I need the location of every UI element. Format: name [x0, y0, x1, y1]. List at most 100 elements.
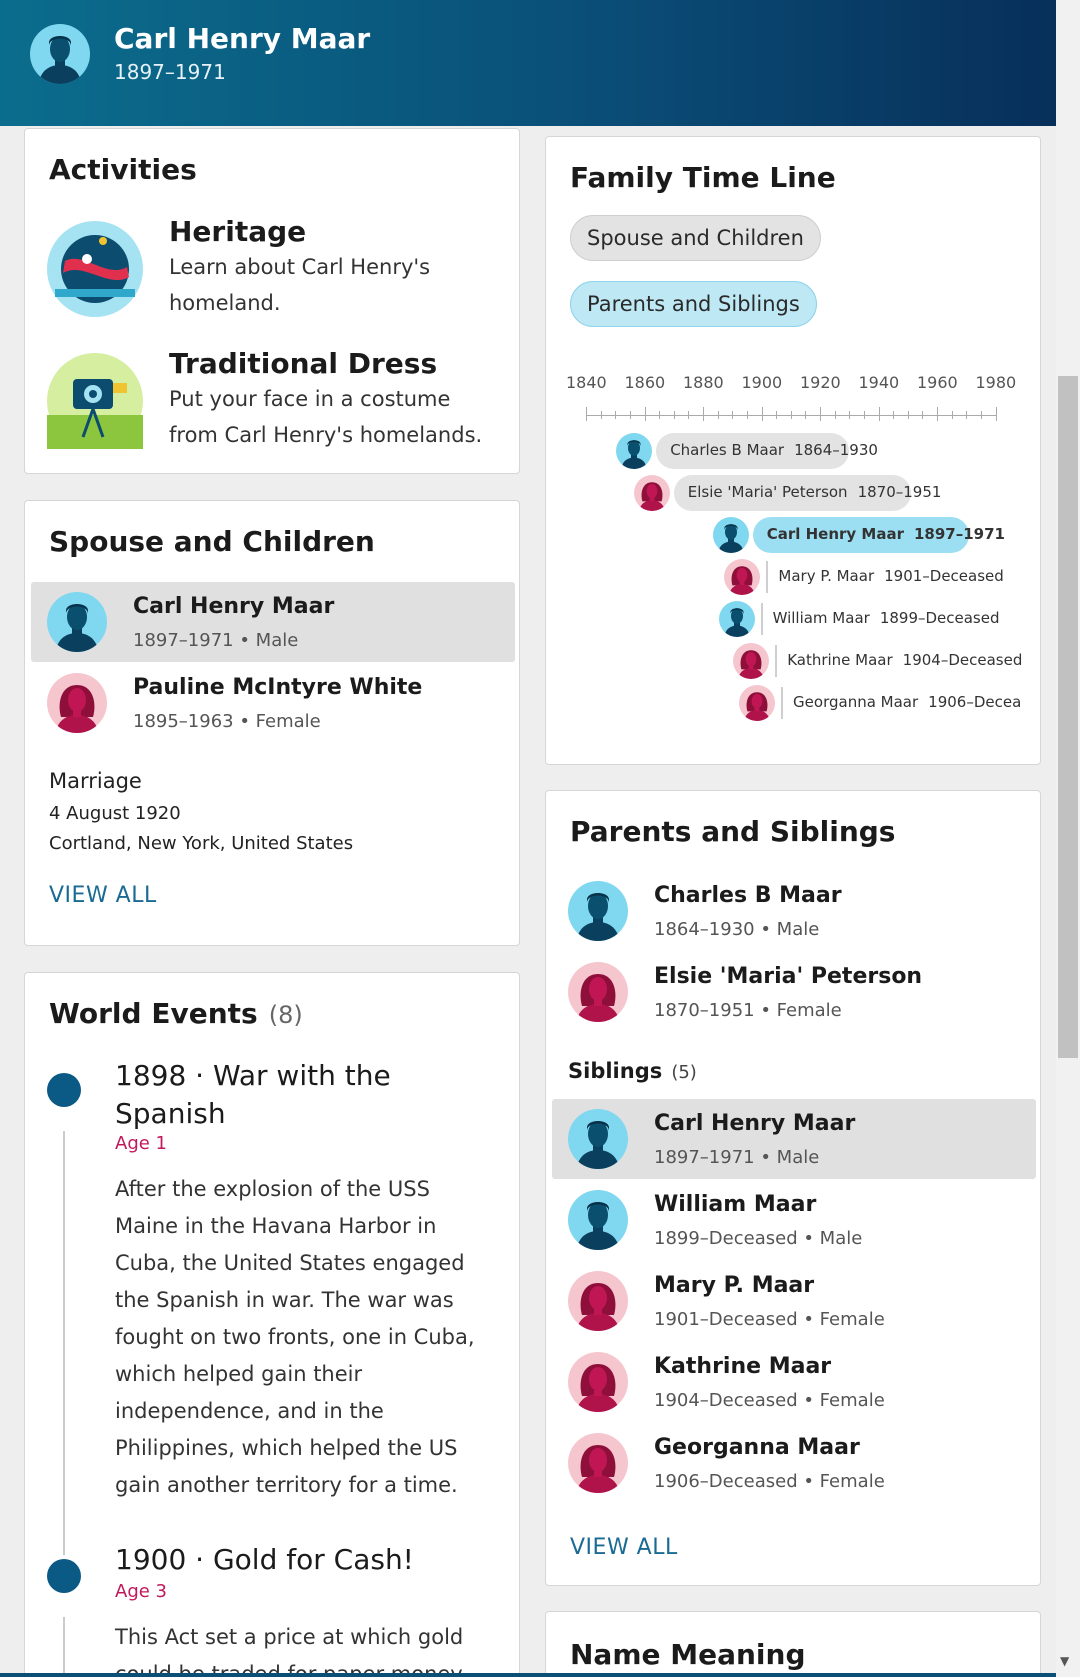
male-avatar-icon — [616, 433, 652, 469]
timeline-tick — [893, 411, 895, 419]
timeline-entry-label[interactable]: Charles B Maar 1864–1930 — [670, 441, 878, 459]
timeline-tick — [790, 411, 792, 419]
timeline-entry-name: Georganna Maar — [793, 693, 919, 711]
person-info: 1870–1951 • Female — [654, 1000, 842, 1021]
timeline-living-marker — [766, 561, 769, 593]
event-age: Age 3 — [115, 1581, 167, 1602]
sibling-row-william[interactable]: William Maar 1899–Deceased • Male — [552, 1180, 1036, 1260]
timeline-tick — [746, 411, 748, 419]
person-name[interactable]: Pauline McIntyre White — [133, 675, 422, 700]
timeline-tick — [615, 411, 617, 419]
profile-header: Carl Henry Maar 1897–1971 — [0, 0, 1056, 126]
person-name[interactable]: Carl Henry Maar — [654, 1111, 855, 1136]
activity-dress-title[interactable]: Traditional Dress — [169, 347, 437, 380]
name-meaning-title: Name Meaning — [570, 1638, 806, 1671]
timeline-tick — [776, 411, 778, 419]
timeline-tick — [951, 411, 953, 419]
timeline-year-label: 1860 — [624, 373, 666, 392]
profile-avatar — [30, 24, 90, 84]
person-info: 1895–1963 • Female — [133, 711, 321, 732]
person-info: 1864–1930 • Male — [654, 919, 820, 940]
timeline-year-label: 1840 — [566, 373, 607, 392]
timeline-entry-label[interactable]: Georganna Maar 1906–Decea — [793, 693, 1021, 711]
world-events-count: (8) — [268, 1001, 303, 1029]
event-dot — [47, 1559, 81, 1593]
person-name[interactable]: Carl Henry Maar — [133, 594, 334, 619]
person-name[interactable]: William Maar — [654, 1192, 816, 1217]
spouse-children-card: Spouse and Children Carl Henry Maar 1897… — [24, 500, 520, 946]
timeline-tick — [863, 411, 865, 419]
person-name[interactable]: Mary P. Maar — [654, 1273, 814, 1298]
person-name[interactable]: Kathrine Maar — [654, 1354, 831, 1379]
person-info: 1904–Deceased • Female — [654, 1390, 885, 1411]
scroll-down-arrow-icon[interactable]: ▼ — [1060, 1654, 1069, 1668]
timeline-tick — [644, 407, 646, 421]
activity-heritage-title[interactable]: Heritage — [169, 215, 306, 248]
female-avatar-icon — [739, 685, 775, 721]
person-info: 1899–Deceased • Male — [654, 1228, 863, 1249]
timeline-tick — [805, 411, 807, 419]
timeline-entry-name: Elsie 'Maria' Peterson — [687, 483, 848, 501]
marriage-place: Cortland, New York, United States — [49, 833, 354, 854]
timeline-entry-label[interactable]: Elsie 'Maria' Peterson 1870–1951 — [688, 483, 942, 501]
marriage-label: Marriage — [49, 769, 142, 793]
timeline-entry-label[interactable]: Carl Henry Maar 1897–1971 — [767, 525, 1005, 543]
female-avatar-icon — [568, 1433, 628, 1493]
timeline-entry-dates: 1864–1930 — [794, 441, 878, 459]
timeline-living-marker — [760, 603, 763, 635]
scrollbar-thumb[interactable] — [1058, 376, 1078, 1058]
timeline-entry-label[interactable]: William Maar 1899–Deceased — [773, 609, 1000, 627]
timeline-living-marker — [781, 687, 784, 719]
family-timeline-card: Family Time Line Spouse and Children Par… — [545, 136, 1041, 765]
timeline-tick — [717, 411, 719, 419]
parents-view-all-link[interactable]: VIEW ALL — [570, 1535, 678, 1560]
sibling-row-georganna[interactable]: Georganna Maar 1906–Deceased • Female — [552, 1423, 1036, 1503]
person-row-charles[interactable]: Charles B Maar 1864–1930 • Male — [552, 871, 1036, 951]
person-name[interactable]: Georganna Maar — [654, 1435, 860, 1460]
parents-siblings-toggle[interactable]: Parents and Siblings — [570, 281, 817, 327]
camera-illustration-icon[interactable] — [47, 353, 143, 449]
person-name[interactable]: Charles B Maar — [654, 883, 842, 908]
timeline-tick — [995, 407, 997, 421]
timeline-entry-label[interactable]: Mary P. Maar 1901–Deceased — [778, 567, 1003, 585]
female-avatar-icon — [47, 673, 107, 733]
sibling-row-carl-henry[interactable]: Carl Henry Maar 1897–1971 • Male — [552, 1099, 1036, 1179]
female-avatar-icon — [733, 643, 769, 679]
siblings-count: (5) — [671, 1062, 697, 1083]
timeline-year-label: 1940 — [858, 373, 900, 392]
timeline-tick — [629, 411, 631, 419]
spouse-children-toggle[interactable]: Spouse and Children — [570, 215, 821, 261]
spouse-children-title: Spouse and Children — [49, 525, 375, 558]
timeline-tick — [600, 411, 602, 419]
activity-dress-desc: Put your face in a costume from Carl Hen… — [169, 387, 483, 447]
spouse-view-all-link[interactable]: VIEW ALL — [49, 883, 157, 908]
profile-dates: 1897–1971 — [114, 60, 226, 84]
sibling-row-kathrine[interactable]: Kathrine Maar 1904–Deceased • Female — [552, 1342, 1036, 1422]
timeline-entry-name: Kathrine Maar — [787, 651, 893, 669]
siblings-label: Siblings — [568, 1059, 663, 1083]
timeline-entry-dates: 1899–Deceased — [879, 609, 1000, 627]
timeline-entry-dates: 1897–1971 — [913, 525, 1005, 543]
siblings-heading: Siblings (5) — [568, 1059, 697, 1083]
sibling-row-mary[interactable]: Mary P. Maar 1901–Deceased • Female — [552, 1261, 1036, 1341]
event-desc: After the explosion of the USS Maine in … — [115, 1177, 475, 1497]
female-avatar-icon — [568, 1352, 628, 1412]
timeline-entry-label[interactable]: Kathrine Maar 1904–Deceased — [787, 651, 1022, 669]
person-name[interactable]: Elsie 'Maria' Peterson — [654, 964, 922, 989]
globe-illustration-icon[interactable] — [47, 221, 143, 317]
event-dot — [47, 1073, 81, 1107]
person-row-elsie[interactable]: Elsie 'Maria' Peterson 1870–1951 • Femal… — [552, 952, 1036, 1032]
timeline-tick — [907, 411, 909, 419]
event-age: Age 1 — [115, 1133, 167, 1154]
male-avatar-icon — [713, 517, 749, 553]
timeline-year-label: 1980 — [975, 373, 1017, 392]
timeline-entry-name: Charles B Maar — [670, 441, 785, 459]
person-row-carl-henry[interactable]: Carl Henry Maar 1897–1971 • Male — [31, 582, 515, 662]
timeline-entry-name: Mary P. Maar — [778, 567, 875, 585]
timeline-year-label: 1920 — [800, 373, 841, 392]
parents-siblings-title: Parents and Siblings — [570, 815, 896, 848]
world-events-title: World Events — [49, 997, 258, 1030]
person-row-pauline[interactable]: Pauline McIntyre White 1895–1963 • Femal… — [31, 663, 515, 743]
timeline-tick — [834, 411, 836, 419]
activity-heritage-desc: Learn about Carl Henry's homeland. — [169, 255, 431, 315]
